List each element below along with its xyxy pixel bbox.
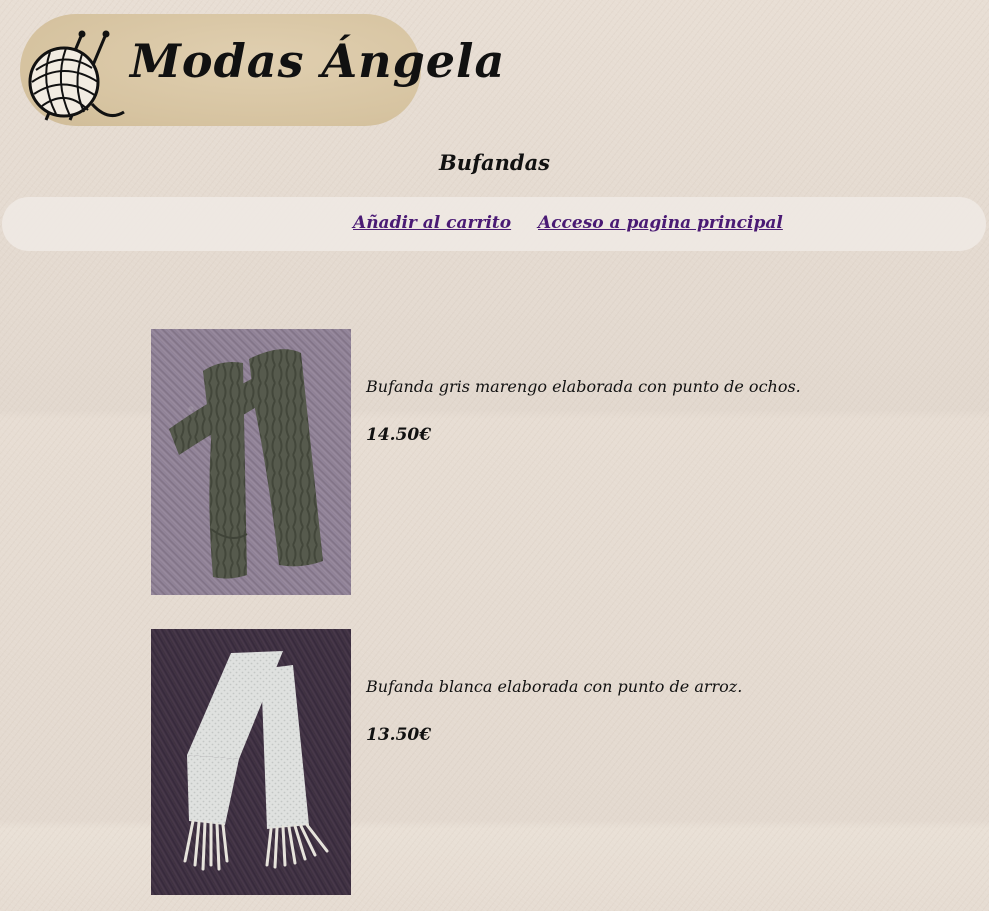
nav-bar: Añadir al carrito Acceso a pagina princi… (2, 197, 986, 251)
product-description: Bufanda blanca elaborada con punto de ar… (366, 677, 743, 696)
site-logo: Modas Ángela (20, 14, 504, 126)
add-to-cart-link[interactable]: Añadir al carrito (353, 213, 511, 233)
white-scarf-illustration (183, 651, 329, 871)
home-page-link[interactable]: Acceso a pagina principal (538, 213, 783, 233)
yarn-ball-icon (28, 30, 125, 121)
product-description: Bufanda gris marengo elaborada con punto… (366, 377, 801, 396)
brand-name: Modas Ángela (130, 34, 506, 88)
page-title: Bufandas (438, 150, 551, 175)
product-item: Bufanda gris marengo elaborada con punto… (151, 329, 851, 595)
product-price: 13.50€ (366, 725, 432, 745)
product-item: Bufanda blanca elaborada con punto de ar… (151, 629, 851, 895)
product-price: 14.50€ (366, 425, 432, 445)
grey-scarf-illustration (169, 349, 323, 579)
product-image-grey-scarf (151, 329, 351, 595)
product-image-white-scarf (151, 629, 351, 895)
